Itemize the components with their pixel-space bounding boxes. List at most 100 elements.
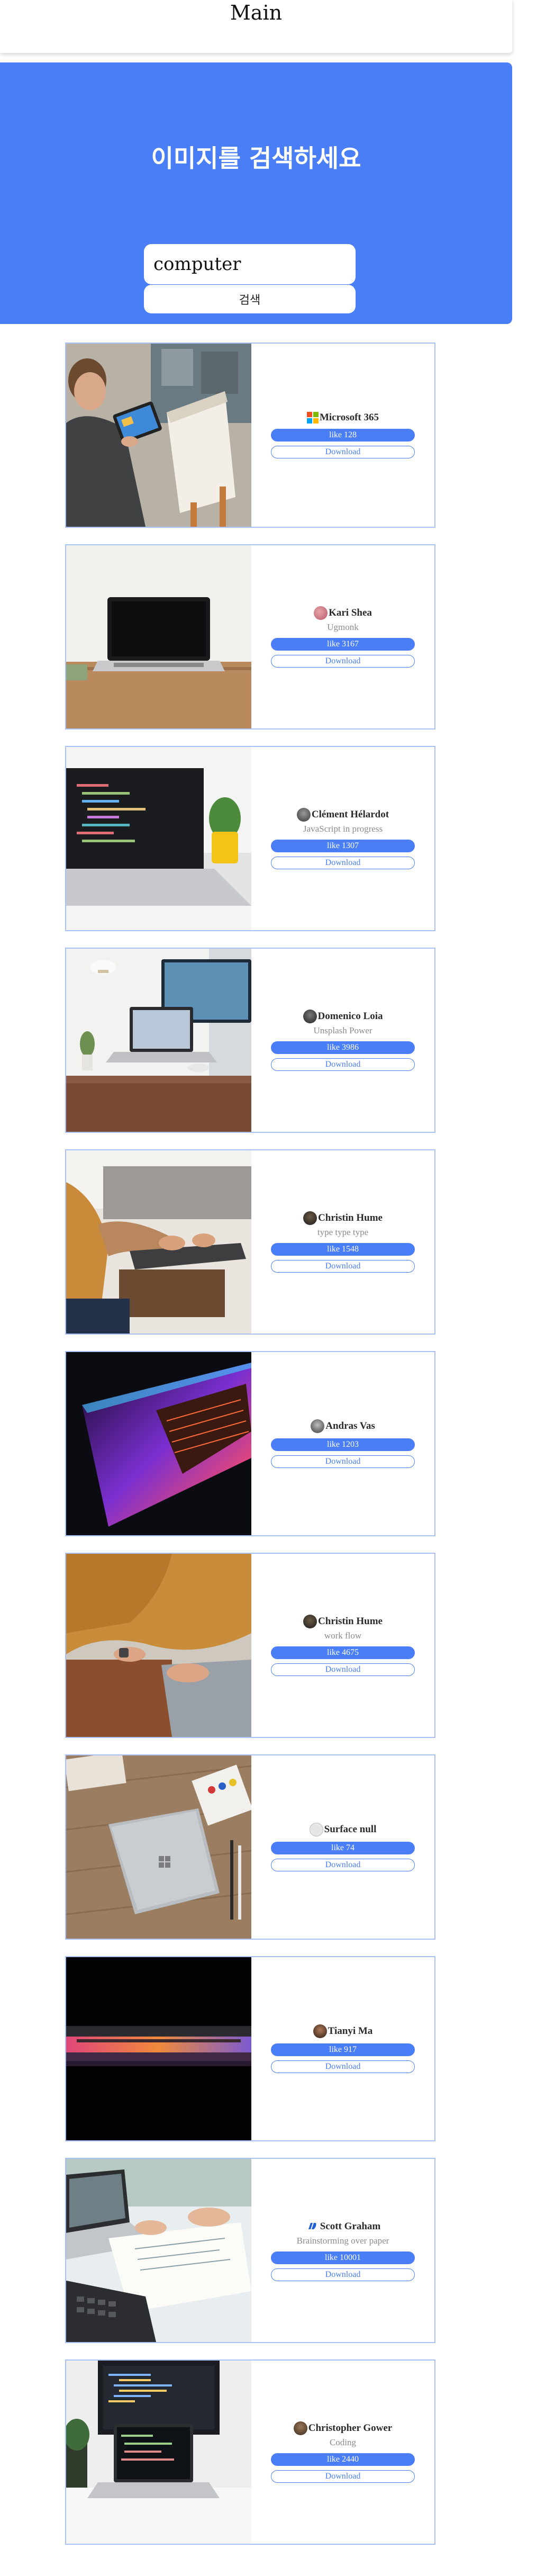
card-info: Christin Hume type type type like 1548 D…: [251, 1150, 434, 1334]
card-info: Christopher Gower Coding like 2440 Downl…: [251, 2361, 434, 2544]
author-name[interactable]: Christopher Gower: [308, 2422, 393, 2434]
card-info: Microsoft 365 like 128 Download: [251, 344, 434, 527]
author-name[interactable]: Scott Graham: [320, 2221, 381, 2232]
card-photo[interactable]: [66, 1755, 251, 1939]
author-name[interactable]: Christin Hume: [318, 1616, 383, 1627]
card-info: Clément Hélardot JavaScript in progress …: [251, 747, 434, 930]
card-info: Scott Graham Brainstorming over paper li…: [251, 2159, 434, 2342]
author-name[interactable]: Andras Vas: [325, 1420, 375, 1432]
author-row: Domenico Loia: [303, 1010, 383, 1023]
author-row: Tianyi Ma: [313, 2024, 373, 2038]
author-row: Surface null: [309, 1823, 377, 1836]
card-info: Kari Shea Ugmonk like 3167 Download: [251, 545, 434, 728]
card-info: Domenico Loia Unsplash Power like 3986 D…: [251, 949, 434, 1132]
avatar-icon: [303, 1010, 317, 1023]
card-photo[interactable]: [66, 949, 251, 1132]
avatar-icon: [303, 1211, 317, 1225]
author-row: Christopher Gower: [293, 2421, 393, 2435]
author-row: Clément Hélardot: [296, 808, 389, 822]
avatar-icon: [309, 1823, 323, 1836]
download-button[interactable]: Download: [271, 2268, 415, 2281]
author-row: Christin Hume: [303, 1211, 383, 1225]
top-bar: Main: [0, 0, 512, 53]
avatar-icon: [313, 2024, 327, 2038]
download-button[interactable]: Download: [271, 2470, 415, 2483]
author-name[interactable]: Christin Hume: [318, 1212, 383, 1224]
card-photo[interactable]: [66, 1352, 251, 1535]
like-button[interactable]: like 2440: [271, 2453, 415, 2466]
like-button[interactable]: like 74: [271, 1842, 415, 1854]
image-card: Christopher Gower Coding like 2440 Downl…: [65, 2359, 435, 2545]
like-button[interactable]: like 3167: [271, 638, 415, 651]
image-card: Kari Shea Ugmonk like 3167 Download: [65, 544, 435, 729]
author-name[interactable]: Tianyi Ma: [328, 2025, 373, 2037]
image-description: type type type: [317, 1227, 369, 1237]
avatar-icon: [311, 1419, 325, 1433]
card-photo[interactable]: [66, 2159, 251, 2342]
card-info: Christin Hume work flow like 4675 Downlo…: [251, 1554, 434, 1737]
like-button[interactable]: like 4675: [271, 1646, 415, 1659]
download-button[interactable]: Download: [271, 1859, 415, 1871]
download-button[interactable]: Download: [271, 1058, 415, 1071]
author-row: Andras Vas: [311, 1419, 375, 1433]
search-hero: 이미지를 검색하세요 검색: [0, 62, 512, 324]
microsoft-logo-icon: [306, 412, 319, 424]
download-button[interactable]: Download: [271, 446, 415, 458]
image-description: Brainstorming over paper: [296, 2236, 389, 2246]
image-description: Unsplash Power: [313, 1025, 373, 1035]
author-name[interactable]: Microsoft 365: [320, 412, 379, 424]
avatar-icon: [303, 1615, 317, 1628]
image-card: Christin Hume work flow like 4675 Downlo…: [65, 1553, 435, 1738]
avatar-icon: [296, 808, 311, 822]
download-button[interactable]: Download: [271, 1455, 415, 1468]
download-button[interactable]: Download: [271, 1260, 415, 1273]
image-card: Christin Hume type type type like 1548 D…: [65, 1149, 435, 1335]
like-button[interactable]: like 1307: [271, 840, 415, 852]
like-button[interactable]: like 3986: [271, 1041, 415, 1054]
search-input[interactable]: [144, 244, 356, 284]
image-description: JavaScript in progress: [303, 824, 383, 834]
avatar-icon: [314, 606, 328, 620]
card-photo[interactable]: [66, 747, 251, 930]
like-button[interactable]: like 10001: [271, 2251, 415, 2264]
image-description: work flow: [324, 1631, 362, 1641]
image-card: Microsoft 365 like 128 Download: [65, 343, 435, 528]
image-description: Ugmonk: [327, 622, 359, 632]
card-photo[interactable]: [66, 1957, 251, 2140]
card-photo[interactable]: [66, 344, 251, 527]
card-photo[interactable]: [66, 1150, 251, 1334]
author-name[interactable]: Kari Shea: [329, 607, 372, 619]
image-card: Clément Hélardot JavaScript in progress …: [65, 746, 435, 931]
download-button[interactable]: Download: [271, 857, 415, 869]
download-button[interactable]: Download: [271, 1663, 415, 1676]
author-name[interactable]: Clément Hélardot: [312, 809, 389, 821]
card-photo[interactable]: [66, 1554, 251, 1737]
image-card: Scott Graham Brainstorming over paper li…: [65, 2158, 435, 2343]
image-card: Tianyi Ma like 917 Download: [65, 1956, 435, 2141]
card-info: Andras Vas like 1203 Download: [251, 1352, 434, 1535]
image-description: Coding: [329, 2437, 357, 2447]
card-info: Tianyi Ma like 917 Download: [251, 1957, 434, 2140]
hero-title: 이미지를 검색하세요: [151, 144, 361, 173]
image-card: Domenico Loia Unsplash Power like 3986 D…: [65, 948, 435, 1133]
download-button[interactable]: Download: [271, 655, 415, 668]
avatar-icon: [293, 2421, 307, 2435]
page-title: Main: [230, 1, 283, 24]
card-photo[interactable]: [66, 2361, 251, 2544]
like-button[interactable]: like 917: [271, 2043, 415, 2056]
author-name[interactable]: Domenico Loia: [318, 1011, 383, 1022]
author-row: Microsoft 365: [306, 412, 379, 424]
card-info: Surface null like 74 Download: [251, 1755, 434, 1939]
card-photo[interactable]: [66, 545, 251, 728]
image-card: Andras Vas like 1203 Download: [65, 1351, 435, 1536]
image-card: Surface null like 74 Download: [65, 1754, 435, 1940]
author-row: Christin Hume: [303, 1615, 383, 1628]
like-button[interactable]: like 1203: [271, 1438, 415, 1451]
search-button[interactable]: 검색: [144, 285, 356, 313]
author-row: Kari Shea: [314, 606, 372, 620]
download-button[interactable]: Download: [271, 2060, 415, 2073]
like-button[interactable]: like 1548: [271, 1243, 415, 1256]
avatar-icon: [305, 2220, 319, 2233]
author-name[interactable]: Surface null: [324, 1824, 377, 1835]
like-button[interactable]: like 128: [271, 429, 415, 442]
